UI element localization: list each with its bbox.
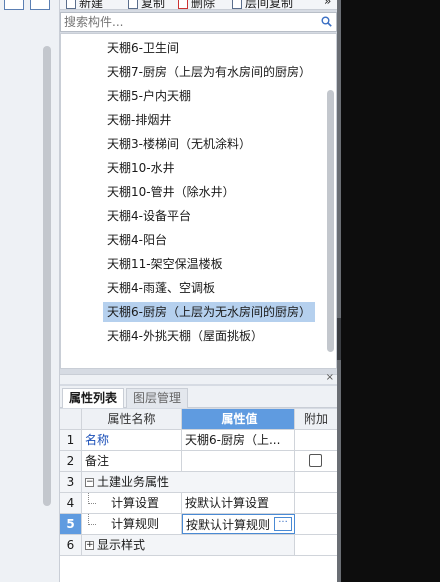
list-item[interactable]: 天棚10-水井 [103,158,179,178]
floor-copy-icon [232,0,242,9]
row-value-editor[interactable]: 按默认计算规则 ··· [182,514,295,534]
row-group[interactable]: − 土建业务属性 [82,472,295,492]
row-number: 1 [60,430,82,450]
table-row-active: 5 计算规则 按默认计算规则 ··· [60,514,337,535]
list-item[interactable]: 天棚-排烟井 [103,110,175,130]
ellipsis-button[interactable]: ··· [274,517,292,531]
grid-header: 属性名称 属性值 附加 [60,409,337,430]
expand-icon[interactable]: + [85,541,94,550]
grid-view-icon[interactable] [30,0,50,10]
search-icon[interactable] [321,16,332,27]
component-list: 天棚6-卫生间 天棚7-厨房（上层为有水房间的厨房） 天棚5-户内天棚 天棚-排… [60,33,337,369]
delete-button[interactable]: 删除 [178,0,215,9]
tree-line [88,493,96,504]
close-icon[interactable]: × [326,372,334,383]
floor-copy-button[interactable]: 层间复制 [232,0,293,9]
list-view-icon[interactable] [4,0,24,10]
property-grid: 属性名称 属性值 附加 1 名称 天棚6-厨房（上... 2 备注 3 − 土建业… [60,409,337,582]
row-group[interactable]: + 显示样式 [82,535,295,555]
row-add [295,472,337,492]
row-add [295,514,337,534]
row-name: 计算规则 [82,514,182,534]
list-item[interactable]: 天棚5-户内天棚 [103,86,195,106]
row-add [295,451,337,471]
list-scrollbar[interactable] [327,90,334,352]
search-box [60,12,337,32]
more-button[interactable]: » [324,0,331,8]
list-item[interactable]: 天棚4-雨蓬、空调板 [103,278,219,298]
row-number: 3 [60,472,82,492]
row-value[interactable] [182,451,295,471]
row-add [295,535,337,555]
list-item[interactable]: 天棚11-架空保温楼板 [103,254,227,274]
left-panel-strip [0,0,60,582]
row-value[interactable]: 按默认计算设置 [182,493,295,513]
list-item[interactable]: 天棚6-卫生间 [103,38,183,58]
new-button[interactable]: 新建 [66,0,103,9]
row-number: 5 [60,514,82,534]
row-value[interactable]: 天棚6-厨房（上... [182,430,295,450]
tab-property-list[interactable]: 属性列表 [62,388,125,408]
list-item[interactable]: 天棚4-外挑天棚（屋面挑板） [103,326,267,346]
row-name: 计算设置 [82,493,182,513]
list-item[interactable]: 天棚4-阳台 [103,230,171,250]
row-add [295,430,337,450]
properties-header: × [60,372,337,384]
header-value: 属性值 [182,409,295,429]
header-name: 属性名称 [82,409,182,429]
list-item-selected[interactable]: 天棚6-厨房（上层为无水房间的厨房） [103,302,315,322]
table-row: 1 名称 天棚6-厨房（上... [60,430,337,451]
left-scrollbar[interactable] [43,46,51,506]
drawing-canvas[interactable] [341,0,440,582]
collapse-icon[interactable]: − [85,478,94,487]
component-toolbar: 新建 复制 删除 层间复制 » [60,0,337,10]
search-input[interactable] [61,13,311,31]
new-icon [66,0,76,9]
header-num [60,409,82,429]
copy-icon [128,0,138,9]
table-row: 3 − 土建业务属性 [60,472,337,493]
row-number: 2 [60,451,82,471]
copy-button[interactable]: 复制 [128,0,165,9]
row-number: 6 [60,535,82,555]
list-item[interactable]: 天棚7-厨房（上层为有水房间的厨房） [103,62,315,82]
table-row: 4 计算设置 按默认计算设置 [60,493,337,514]
tab-layer-management[interactable]: 图层管理 [126,388,189,408]
row-add [295,493,337,513]
properties-tabs: 属性列表 图层管理 [60,386,337,408]
list-item[interactable]: 天棚3-楼梯间（无机涂料） [103,134,255,154]
delete-icon [178,0,188,9]
list-item[interactable]: 天棚4-设备平台 [103,206,195,226]
header-add: 附加 [295,409,337,429]
table-row: 6 + 显示样式 [60,535,337,556]
list-item[interactable]: 天棚10-管井（除水井） [103,182,239,202]
attach-checkbox[interactable] [309,454,322,467]
row-name: 备注 [82,451,182,471]
row-number: 4 [60,493,82,513]
table-row: 2 备注 [60,451,337,472]
row-name: 名称 [82,430,182,450]
tree-line [88,514,96,525]
